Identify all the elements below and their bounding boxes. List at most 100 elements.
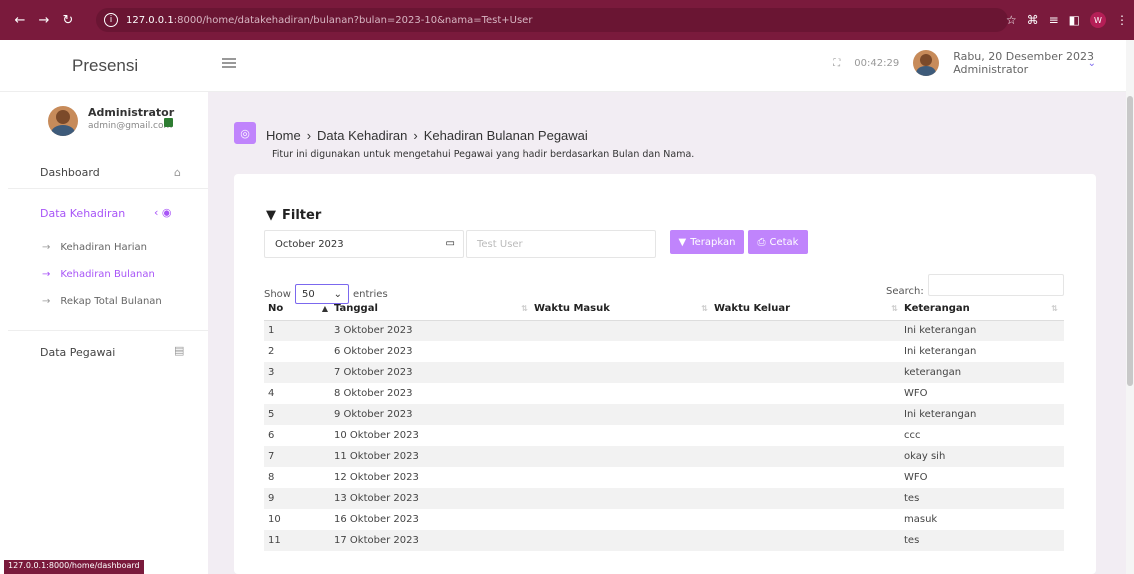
- profile-badge[interactable]: W: [1090, 12, 1106, 28]
- table-row: 10 16 Oktober 2023 masuk: [264, 509, 1064, 530]
- bookmark-star-icon[interactable]: ☆: [1006, 13, 1017, 27]
- table-cell: [534, 320, 714, 341]
- page-scrollbar[interactable]: [1126, 40, 1134, 574]
- scrollbar-thumb[interactable]: [1127, 96, 1133, 386]
- printer-icon: ⎙: [757, 236, 766, 248]
- sort-asc-icon: ▲: [321, 304, 328, 313]
- table-row: 6 10 Oktober 2023 ccc: [264, 425, 1064, 446]
- sidebar-profile: Administrator admin@gmail.com: [48, 106, 174, 136]
- profile-name: Administrator: [88, 106, 175, 119]
- avatar[interactable]: [913, 50, 940, 76]
- breadcrumb-home[interactable]: Home: [266, 128, 301, 143]
- chevron-down-icon[interactable]: ⌄: [1088, 58, 1096, 69]
- extensions-icon[interactable]: ⌘: [1027, 13, 1039, 27]
- table-cell: Ini keterangan: [904, 404, 1064, 425]
- sidebar-item-data-kehadiran[interactable]: Data Kehadiran: [40, 207, 125, 220]
- status-url: 127.0.0.1:8000/home/dashboard: [4, 560, 144, 574]
- divider: [8, 188, 208, 189]
- site-info-icon[interactable]: i: [104, 13, 118, 27]
- back-arrow-icon[interactable]: ←: [8, 8, 32, 32]
- table-cell: 3: [264, 362, 334, 383]
- table-cell: 9 Oktober 2023: [334, 404, 534, 425]
- arrow-right-icon: →: [42, 269, 51, 280]
- breadcrumb-current: Kehadiran Bulanan Pegawai: [423, 128, 588, 143]
- column-header-waktu-masuk[interactable]: Waktu Masuk ⇅: [534, 298, 714, 321]
- table-cell: masuk: [904, 514, 938, 525]
- table-cell: [714, 362, 904, 383]
- address-bar[interactable]: i 127.0.0.1 :8000/home/datakehadiran/bul…: [96, 8, 1008, 32]
- name-field[interactable]: Test User: [466, 230, 656, 258]
- sidebar-subitem-bulanan[interactable]: → Kehadiran Bulanan: [42, 269, 155, 280]
- sort-icon: ⇅: [701, 304, 708, 313]
- user-menu[interactable]: Rabu, 20 Desember 2023 Administrator: [953, 50, 1094, 76]
- column-header-waktu-keluar[interactable]: Waktu Keluar ⇅: [714, 298, 904, 321]
- table-cell: [714, 509, 904, 530]
- table-header-row: No ▲ Tanggal ⇅ Waktu Masuk ⇅ Waktu Keluar ⇅ …: [264, 298, 1064, 321]
- table-cell: tes: [904, 488, 1064, 509]
- filter-heading: ▼ Filter: [266, 208, 322, 223]
- table-cell: ccc: [904, 430, 921, 441]
- column-header-keterangan[interactable]: Keterangan ⇅: [904, 298, 1064, 321]
- clock-readout: 00:42:29: [854, 57, 900, 69]
- sidebar-item-dashboard[interactable]: Dashboard: [40, 166, 100, 179]
- table-cell: 5: [264, 404, 334, 425]
- arrow-right-icon: →: [42, 242, 51, 253]
- breadcrumb: Home › Data Kehadiran › Kehadiran Bulanan Pe…: [266, 128, 588, 143]
- table-cell: [714, 404, 904, 425]
- table-cell: 10: [268, 514, 281, 525]
- forward-arrow-icon[interactable]: →: [32, 8, 56, 32]
- table-row: 2 6 Oktober 2023 Ini keterangan: [264, 341, 1064, 362]
- table-cell: [714, 341, 904, 362]
- funnel-icon: ▼: [266, 208, 276, 223]
- sidebar-item-data-pegawai[interactable]: Data Pegawai: [40, 346, 115, 359]
- apply-filter-button[interactable]: ▼ Terapkan: [670, 230, 744, 254]
- sidebar-subitem-rekap[interactable]: → Rekap Total Bulanan: [42, 296, 162, 307]
- arrow-right-icon: →: [42, 296, 51, 307]
- table-cell: [714, 446, 904, 467]
- print-button[interactable]: ⎙ Cetak: [748, 230, 808, 254]
- table-cell: [534, 467, 714, 488]
- fullscreen-icon[interactable]: ⛶: [833, 58, 840, 69]
- sort-icon: ⇅: [521, 304, 528, 313]
- table-cell: [534, 446, 714, 467]
- table-cell: [534, 488, 714, 509]
- table-row: 11 17 Oktober 2023 tes: [264, 530, 1064, 551]
- table-cell: keterangan: [904, 362, 1064, 383]
- menu-dots-icon[interactable]: ⋮: [1116, 13, 1128, 27]
- breadcrumb-data-kehadiran[interactable]: Data Kehadiran: [317, 128, 407, 143]
- month-input[interactable]: October 2023 ▭: [264, 230, 464, 258]
- sidebar: Administrator admin@gmail.com Dashboard …: [8, 92, 208, 574]
- media-icon[interactable]: ≡: [1049, 13, 1059, 27]
- sidepanel-icon[interactable]: ◧: [1069, 13, 1080, 27]
- table-row: 9 13 Oktober 2023 tes: [264, 488, 1064, 509]
- table-cell: 17 Oktober 2023: [334, 530, 534, 551]
- content-card: ▼ Filter October 2023 ▭ Test User ▼ Terapk…: [234, 174, 1096, 574]
- table-cell: WFO: [904, 472, 928, 483]
- attendance-table: No ▲ Tanggal ⇅ Waktu Masuk ⇅ Waktu Keluar ⇅ …: [264, 298, 1064, 551]
- table-cell: 9: [264, 488, 334, 509]
- table-cell: [714, 467, 904, 488]
- table-cell: 6: [268, 430, 275, 441]
- chevron-left-icon[interactable]: ‹ ◉: [154, 206, 172, 219]
- table-cell: 1: [264, 320, 334, 341]
- table-cell: tes: [904, 530, 1064, 551]
- table-cell: [714, 488, 904, 509]
- app-header: Presensi ⛶ 00:42:29 Rabu, 20 Desember 20…: [0, 40, 1134, 92]
- column-header-tanggal[interactable]: Tanggal ⇅: [334, 298, 534, 321]
- table-cell: 7: [264, 446, 334, 467]
- table-cell: [714, 320, 904, 341]
- sort-icon: ⇅: [1051, 304, 1058, 313]
- column-header-no[interactable]: No ▲: [264, 298, 334, 321]
- sidebar-subitem-harian[interactable]: → Kehadiran Harian: [42, 242, 147, 253]
- current-date: Rabu, 20 Desember 2023: [953, 50, 1094, 63]
- search-label: Search:: [886, 286, 924, 297]
- breadcrumb-separator: ›: [413, 128, 418, 143]
- app-brand[interactable]: Presensi: [72, 56, 138, 76]
- profile-email: admin@gmail.com: [88, 121, 173, 131]
- search-input[interactable]: [928, 274, 1064, 296]
- calendar-icon[interactable]: ▭: [446, 238, 455, 249]
- reload-icon[interactable]: ↻: [56, 8, 80, 32]
- hamburger-menu-icon[interactable]: [222, 58, 236, 68]
- table-cell: 8 Oktober 2023: [334, 388, 413, 399]
- table-row: 4 8 Oktober 2023 WFO: [264, 383, 1064, 404]
